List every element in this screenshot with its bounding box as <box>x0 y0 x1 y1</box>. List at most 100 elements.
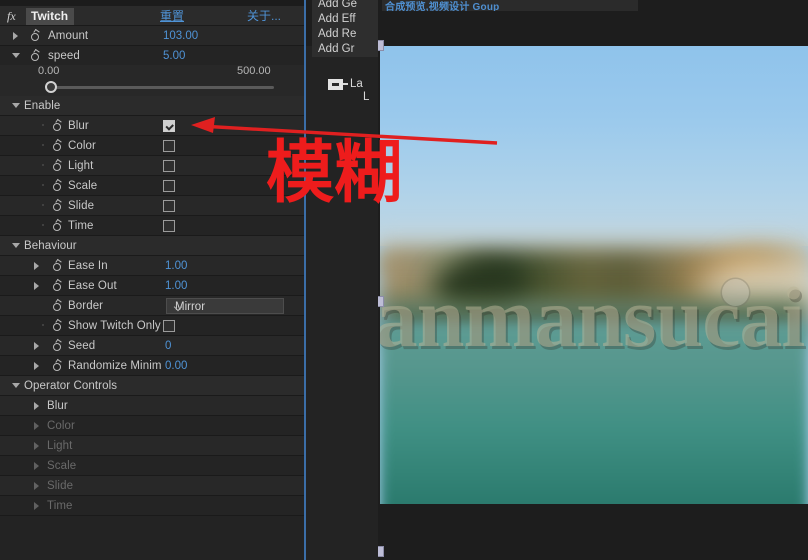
stopwatch-icon[interactable] <box>30 48 42 62</box>
slider-track[interactable] <box>46 86 274 89</box>
property-value[interactable]: 5.00 <box>163 49 185 63</box>
behaviour-row-randomize-minimum[interactable]: Randomize Minim 0.00 <box>0 356 304 376</box>
checkbox-show-twitch-only[interactable] <box>163 320 175 332</box>
disclosure-triangle-icon[interactable] <box>34 502 39 510</box>
disclosure-triangle-icon[interactable] <box>12 103 20 108</box>
behaviour-row-ease-out[interactable]: Ease Out 1.00 <box>0 276 304 296</box>
stopwatch-icon[interactable] <box>52 338 64 352</box>
property-row-speed[interactable]: speed 5.00 <box>0 46 304 66</box>
stopwatch-icon[interactable] <box>52 258 64 272</box>
group-header-enable[interactable]: Enable <box>0 96 304 116</box>
enable-row-light[interactable]: Light <box>0 156 304 176</box>
selection-handle-bottom-left[interactable] <box>378 546 384 557</box>
stopwatch-icon[interactable] <box>52 298 64 312</box>
disclosure-triangle-icon[interactable] <box>12 53 20 58</box>
fx-icon: fx <box>7 9 16 23</box>
border-dropdown[interactable]: Mirror <box>166 298 284 314</box>
property-value[interactable]: 1.00 <box>165 259 187 273</box>
preview-tab-bar: 合成预览,视频设计 Goup <box>378 0 808 46</box>
checkbox-time[interactable] <box>163 220 175 232</box>
checkbox-light[interactable] <box>163 160 175 172</box>
property-value[interactable]: 0 <box>165 339 171 353</box>
property-label: Blur <box>68 120 89 132</box>
operator-row-blur[interactable]: Blur <box>0 396 304 416</box>
stopwatch-icon[interactable] <box>30 28 42 42</box>
group-title: Operator Controls <box>24 380 118 392</box>
disclosure-triangle-icon[interactable] <box>12 383 20 388</box>
keyframe-dot-icon <box>42 224 44 226</box>
preview-tab-title[interactable]: 合成预览,视频设计 Goup <box>382 0 638 11</box>
selection-handle-middle-left[interactable] <box>378 296 384 307</box>
stopwatch-icon[interactable] <box>52 358 64 372</box>
layer-name-label-2[interactable]: L <box>363 90 369 104</box>
property-value[interactable]: 103.00 <box>163 29 198 43</box>
menu-item-add-eff[interactable]: Add Eff <box>312 11 378 27</box>
stopwatch-icon[interactable] <box>52 178 64 192</box>
disclosure-triangle-icon[interactable] <box>34 482 39 490</box>
panel-empty-area <box>0 516 304 560</box>
property-value[interactable]: 1.00 <box>165 279 187 293</box>
slider-max-label: 500.00 <box>237 65 271 77</box>
watermark-dot <box>722 279 749 306</box>
stopwatch-icon[interactable] <box>52 158 64 172</box>
operator-row-light[interactable]: Light <box>0 436 304 456</box>
behaviour-row-show-twitch-only[interactable]: Show Twitch Only <box>0 316 304 336</box>
property-label: Ease In <box>68 260 108 272</box>
operator-row-scale[interactable]: Scale <box>0 456 304 476</box>
stopwatch-icon[interactable] <box>52 278 64 292</box>
enable-row-color[interactable]: Color <box>0 136 304 156</box>
disclosure-triangle-icon[interactable] <box>34 362 39 370</box>
property-label: Scale <box>47 460 77 472</box>
disclosure-triangle-icon[interactable] <box>34 462 39 470</box>
disclosure-triangle-icon[interactable] <box>34 262 39 270</box>
slider-handle[interactable] <box>45 81 57 93</box>
disclosure-triangle-icon[interactable] <box>13 32 18 40</box>
property-label: Border <box>68 300 104 312</box>
menu-item-add-gr[interactable]: Add Gr <box>312 41 378 57</box>
enable-row-slide[interactable]: Slide <box>0 196 304 216</box>
operator-row-color[interactable]: Color <box>0 416 304 436</box>
layer-dash-icon <box>343 83 348 85</box>
effect-title-row[interactable]: fx Twitch 重置 关于... <box>0 6 304 26</box>
stopwatch-icon[interactable] <box>52 198 64 212</box>
stopwatch-icon[interactable] <box>52 138 64 152</box>
operator-row-slide[interactable]: Slide <box>0 476 304 496</box>
layer-name-label[interactable]: La <box>350 77 363 91</box>
group-header-behaviour[interactable]: Behaviour <box>0 236 304 256</box>
preview-bottom-bar <box>378 504 808 560</box>
enable-row-time[interactable]: Time <box>0 216 304 236</box>
behaviour-row-seed[interactable]: Seed 0 <box>0 336 304 356</box>
effect-controls-panel: fx Twitch 重置 关于... Amount 103.00 speed 5… <box>0 0 304 560</box>
property-row-amount[interactable]: Amount 103.00 <box>0 26 304 46</box>
chevron-down-icon <box>175 304 182 308</box>
property-label: Time <box>47 500 73 512</box>
stopwatch-icon[interactable] <box>52 218 64 232</box>
effect-name[interactable]: Twitch <box>26 8 75 25</box>
disclosure-triangle-icon[interactable] <box>34 282 39 290</box>
checkbox-slide[interactable] <box>163 200 175 212</box>
stopwatch-icon[interactable] <box>52 318 64 332</box>
reset-link[interactable]: 重置 <box>160 9 184 23</box>
checkbox-color[interactable] <box>163 140 175 152</box>
disclosure-triangle-icon[interactable] <box>34 422 39 430</box>
disclosure-triangle-icon[interactable] <box>34 342 39 350</box>
disclosure-triangle-icon[interactable] <box>34 442 39 450</box>
behaviour-row-ease-in[interactable]: Ease In 1.00 <box>0 256 304 276</box>
group-header-operator-controls[interactable]: Operator Controls <box>0 376 304 396</box>
enable-row-scale[interactable]: Scale <box>0 176 304 196</box>
stopwatch-icon[interactable] <box>52 118 64 132</box>
selection-handle-top-left[interactable] <box>378 40 384 51</box>
property-value[interactable]: 0.00 <box>165 359 187 373</box>
menu-item-add-re[interactable]: Add Re <box>312 26 378 42</box>
checkbox-scale[interactable] <box>163 180 175 192</box>
disclosure-triangle-icon[interactable] <box>12 243 20 248</box>
behaviour-row-border[interactable]: Border Mirror <box>0 296 304 316</box>
preview-canvas[interactable]: manmansucai <box>380 46 808 550</box>
keyframe-dot-icon <box>42 204 44 206</box>
property-label: Time <box>68 220 94 232</box>
operator-row-time[interactable]: Time <box>0 496 304 516</box>
disclosure-triangle-icon[interactable] <box>34 402 39 410</box>
enable-row-blur[interactable]: Blur <box>0 116 304 136</box>
checkbox-blur[interactable] <box>163 120 175 132</box>
about-link[interactable]: 关于... <box>247 9 281 23</box>
